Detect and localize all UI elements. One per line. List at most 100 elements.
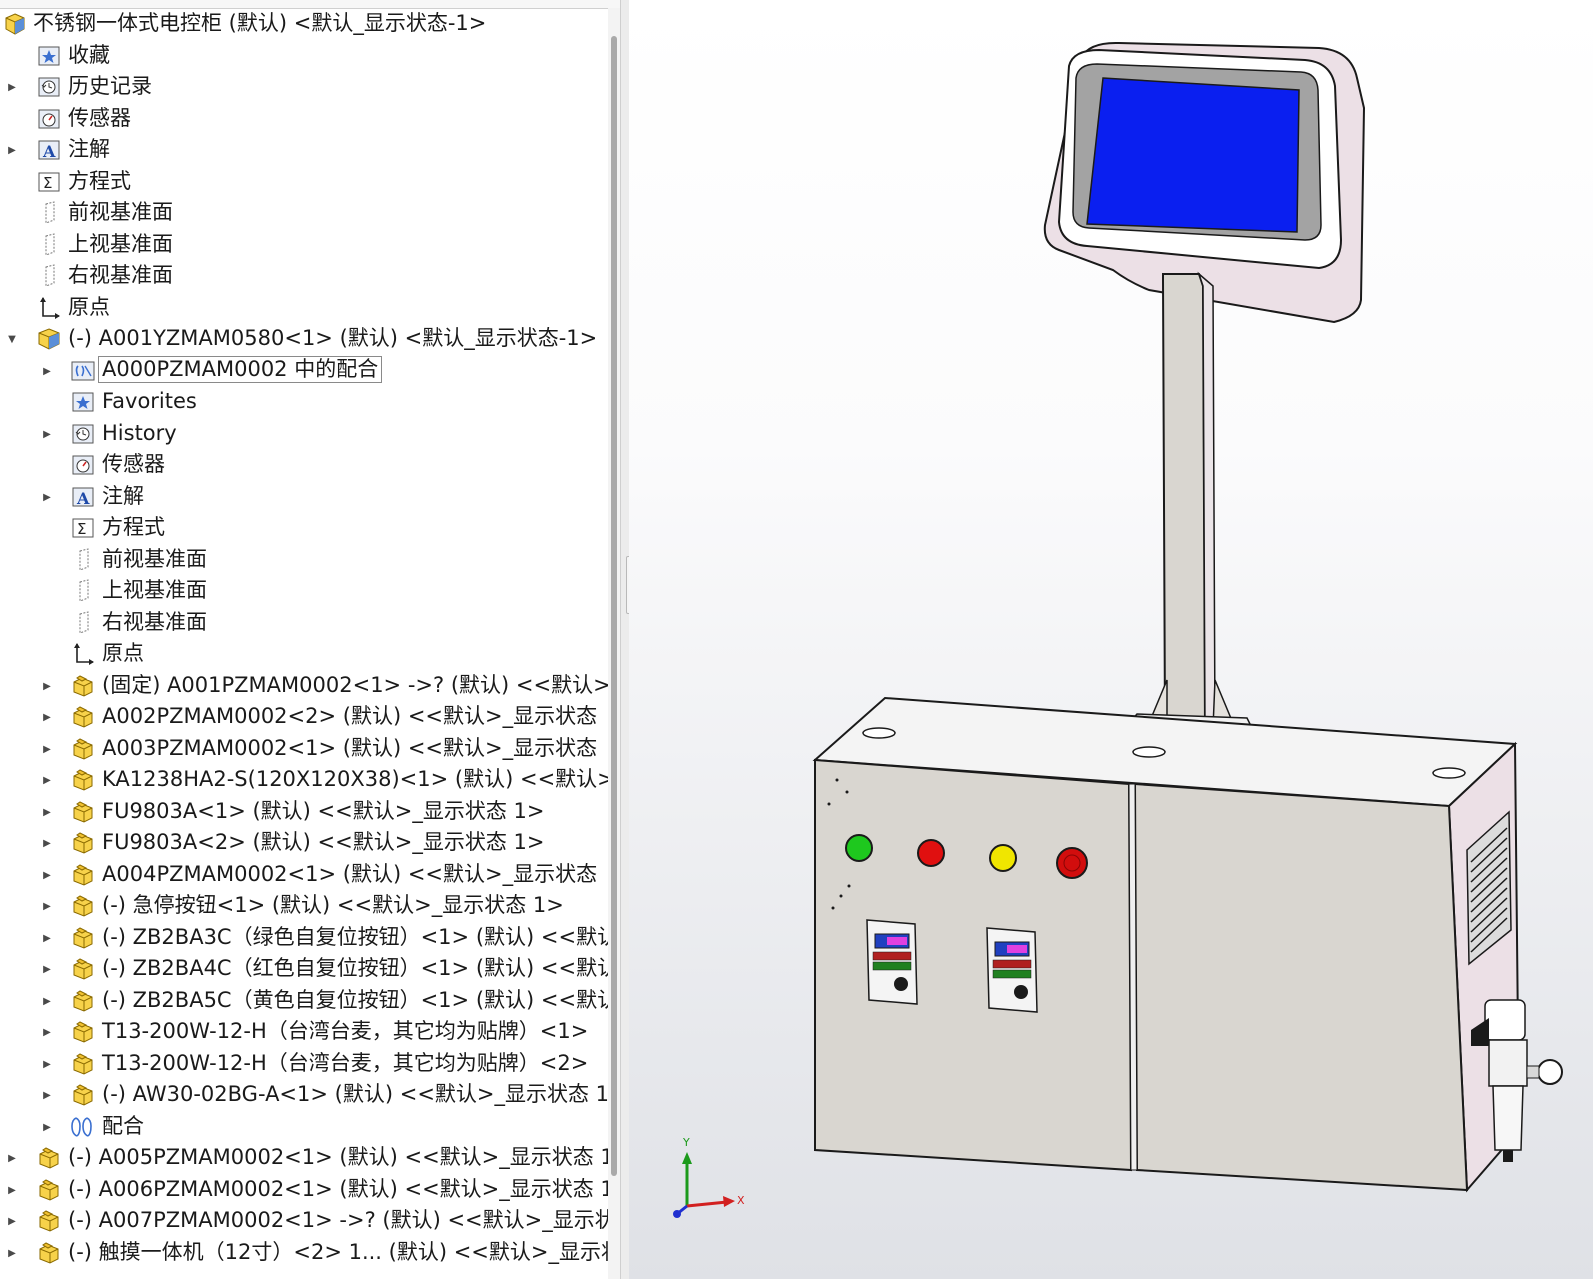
tree-item-label: (固定) A001PZMAM0002<1> ->? (默认) <<默认> — [102, 673, 611, 697]
tree-item-label: Favorites — [102, 389, 197, 413]
monitor-screen — [1086, 77, 1300, 233]
tree-item-label: 前视基准面 — [102, 547, 207, 571]
tree-item[interactable]: (-) A001YZMAM0580<1> (默认) <默认_显示状态-1> — [0, 323, 605, 354]
tree-item[interactable]: A000PZMAM0002 中的配合 — [0, 355, 605, 386]
expand-arrow-icon[interactable] — [41, 1025, 53, 1039]
tree-item[interactable]: (-) ZB2BA3C（绿色自复位按钮）<1> (默认) <<默认 — [0, 922, 618, 953]
tree-vertical-scrollbar[interactable] — [608, 8, 620, 1279]
tree-item[interactable]: (-) AW30-02BG-A<1> (默认) <<默认>_显示状态 1 — [0, 1079, 609, 1110]
tree-item[interactable]: (-) ZB2BA4C（红色自复位按钮）<1> (默认) <<默认 — [0, 953, 618, 984]
tree-item[interactable]: History — [0, 418, 605, 449]
tree-item-label: 注解 — [68, 137, 110, 161]
tree-item-label: 上视基准面 — [102, 578, 207, 602]
expand-arrow-icon[interactable] — [6, 143, 18, 157]
svg-text:Σ: Σ — [43, 174, 52, 192]
expand-arrow-icon[interactable] — [41, 773, 53, 787]
tree-item[interactable]: FU9803A<1> (默认) <<默认>_显示状态 1> — [0, 796, 605, 827]
tree-item[interactable]: 前视基准面 — [0, 544, 605, 575]
expand-arrow-icon[interactable] — [41, 899, 53, 913]
plane-icon — [36, 263, 62, 288]
annotations-icon: A — [36, 137, 62, 162]
expand-arrow-icon[interactable] — [6, 1246, 18, 1260]
tree-item[interactable]: Σ 方程式 — [0, 512, 605, 543]
tree-item[interactable]: (-) 触摸一体机（12寸）<2> 1... (默认) <<默认>_显示状 — [0, 1237, 622, 1268]
tree-item[interactable]: FU9803A<2> (默认) <<默认>_显示状态 1> — [0, 827, 605, 858]
expand-arrow-icon[interactable] — [41, 868, 53, 882]
tree-item[interactable]: T13-200W-12-H（台湾台麦，其它均为贴牌）<1> — [0, 1016, 605, 1047]
tree-item[interactable]: 上视基准面 — [0, 575, 605, 606]
tree-item[interactable]: Σ 方程式 — [0, 166, 605, 197]
expand-arrow-icon[interactable] — [41, 742, 53, 756]
part-icon — [70, 673, 96, 698]
model-view[interactable] — [629, 0, 1593, 1279]
part-icon — [70, 767, 96, 792]
tree-item[interactable]: 传感器 — [0, 103, 605, 134]
tree-item[interactable]: 右视基准面 — [0, 607, 605, 638]
svg-text:A: A — [42, 142, 56, 161]
tree-item[interactable]: A002PZMAM0002<2> (默认) <<默认>_显示状态 — [0, 701, 605, 732]
tree-item[interactable]: 前视基准面 — [0, 197, 605, 228]
collapse-arrow-icon[interactable] — [6, 332, 18, 346]
expand-arrow-icon[interactable] — [41, 994, 53, 1008]
part-icon — [70, 988, 96, 1013]
tree-item[interactable]: A004PZMAM0002<1> (默认) <<默认>_显示状态 — [0, 859, 605, 890]
tree-item[interactable]: 收藏 — [0, 40, 605, 71]
expand-arrow-icon[interactable] — [6, 80, 18, 94]
tree-item[interactable]: (固定) A001PZMAM0002<1> ->? (默认) <<默认> — [0, 670, 611, 701]
green-button — [845, 834, 873, 862]
svg-text:Σ: Σ — [77, 520, 86, 538]
expand-arrow-icon[interactable] — [41, 679, 53, 693]
tree-item[interactable]: (-) A005PZMAM0002<1> (默认) <<默认>_显示状态 1 — [0, 1142, 614, 1173]
tree-item[interactable]: 右视基准面 — [0, 260, 605, 291]
expand-arrow-icon[interactable] — [41, 490, 53, 504]
tree-item[interactable]: 原点 — [0, 638, 605, 669]
tree-item[interactable]: 原点 — [0, 292, 605, 323]
tree-item-label: (-) A007PZMAM0002<1> ->? (默认) <<默认>_显示状 — [68, 1208, 616, 1232]
tree-item[interactable]: 传感器 — [0, 449, 605, 480]
tree-root-item[interactable]: 不锈钢一体式电控柜 (默认) <默认_显示状态-1> — [0, 8, 605, 39]
tree-item[interactable]: 配合 — [0, 1111, 605, 1142]
part-icon — [36, 1177, 62, 1202]
expand-arrow-icon[interactable] — [41, 962, 53, 976]
tree-item[interactable]: Favorites — [0, 386, 605, 417]
tree-item-label: A002PZMAM0002<2> (默认) <<默认>_显示状态 — [102, 704, 598, 728]
expand-arrow-icon[interactable] — [41, 427, 53, 441]
tree-item-label: FU9803A<1> (默认) <<默认>_显示状态 1> — [102, 799, 545, 823]
part-icon — [70, 736, 96, 761]
expand-arrow-icon[interactable] — [41, 805, 53, 819]
expand-arrow-icon[interactable] — [41, 364, 53, 378]
tree-item[interactable]: 历史记录 — [0, 71, 605, 102]
tree-item-label: T13-200W-12-H（台湾台麦，其它均为贴牌）<2> — [102, 1051, 589, 1075]
expand-arrow-icon[interactable] — [41, 1057, 53, 1071]
tree-item-label: T13-200W-12-H（台湾台麦，其它均为贴牌）<1> — [102, 1019, 589, 1043]
assembly-icon — [2, 11, 28, 36]
expand-arrow-icon[interactable] — [41, 1120, 53, 1134]
tree-item-label: (-) AW30-02BG-A<1> (默认) <<默认>_显示状态 1 — [102, 1082, 610, 1106]
expand-arrow-icon[interactable] — [41, 1088, 53, 1102]
graphics-area[interactable]: Y X — [629, 0, 1593, 1279]
expand-arrow-icon[interactable] — [41, 931, 53, 945]
expand-arrow-icon[interactable] — [41, 836, 53, 850]
tree-item-label: (-) ZB2BA4C（红色自复位按钮）<1> (默认) <<默认 — [102, 956, 619, 980]
triad-y-label: Y — [682, 1136, 690, 1149]
expand-arrow-icon[interactable] — [41, 710, 53, 724]
expand-arrow-icon[interactable] — [6, 1214, 18, 1228]
tree-item-label: (-) ZB2BA5C（黄色自复位按钮）<1> (默认) <<默认 — [102, 988, 619, 1012]
expand-arrow-icon[interactable] — [6, 1151, 18, 1165]
svg-text:A: A — [76, 489, 90, 508]
part-icon — [70, 1019, 96, 1044]
tree-item[interactable]: (-) 急停按钮<1> (默认) <<默认>_显示状态 1> — [0, 890, 605, 921]
tree-item[interactable]: (-) ZB2BA5C（黄色自复位按钮）<1> (默认) <<默认 — [0, 985, 618, 1016]
part-icon — [70, 1051, 96, 1076]
tree-scroll-thumb[interactable] — [611, 36, 617, 1176]
expand-arrow-icon[interactable] — [6, 1183, 18, 1197]
tree-item[interactable]: T13-200W-12-H（台湾台麦，其它均为贴牌）<2> — [0, 1048, 605, 1079]
tree-item[interactable]: A 注解 — [0, 134, 605, 165]
tree-item[interactable]: A 注解 — [0, 481, 605, 512]
tree-item[interactable]: 上视基准面 — [0, 229, 605, 260]
tree-item[interactable]: (-) A007PZMAM0002<1> ->? (默认) <<默认>_显示状 — [0, 1205, 616, 1236]
tree-item[interactable]: (-) A006PZMAM0002<1> (默认) <<默认>_显示状态 1 — [0, 1174, 614, 1205]
tree-item[interactable]: A003PZMAM0002<1> (默认) <<默认>_显示状态 — [0, 733, 605, 764]
part-icon — [70, 925, 96, 950]
tree-item[interactable]: KA1238HA2-S(120X120X38)<1> (默认) <<默认>_ — [0, 764, 625, 795]
